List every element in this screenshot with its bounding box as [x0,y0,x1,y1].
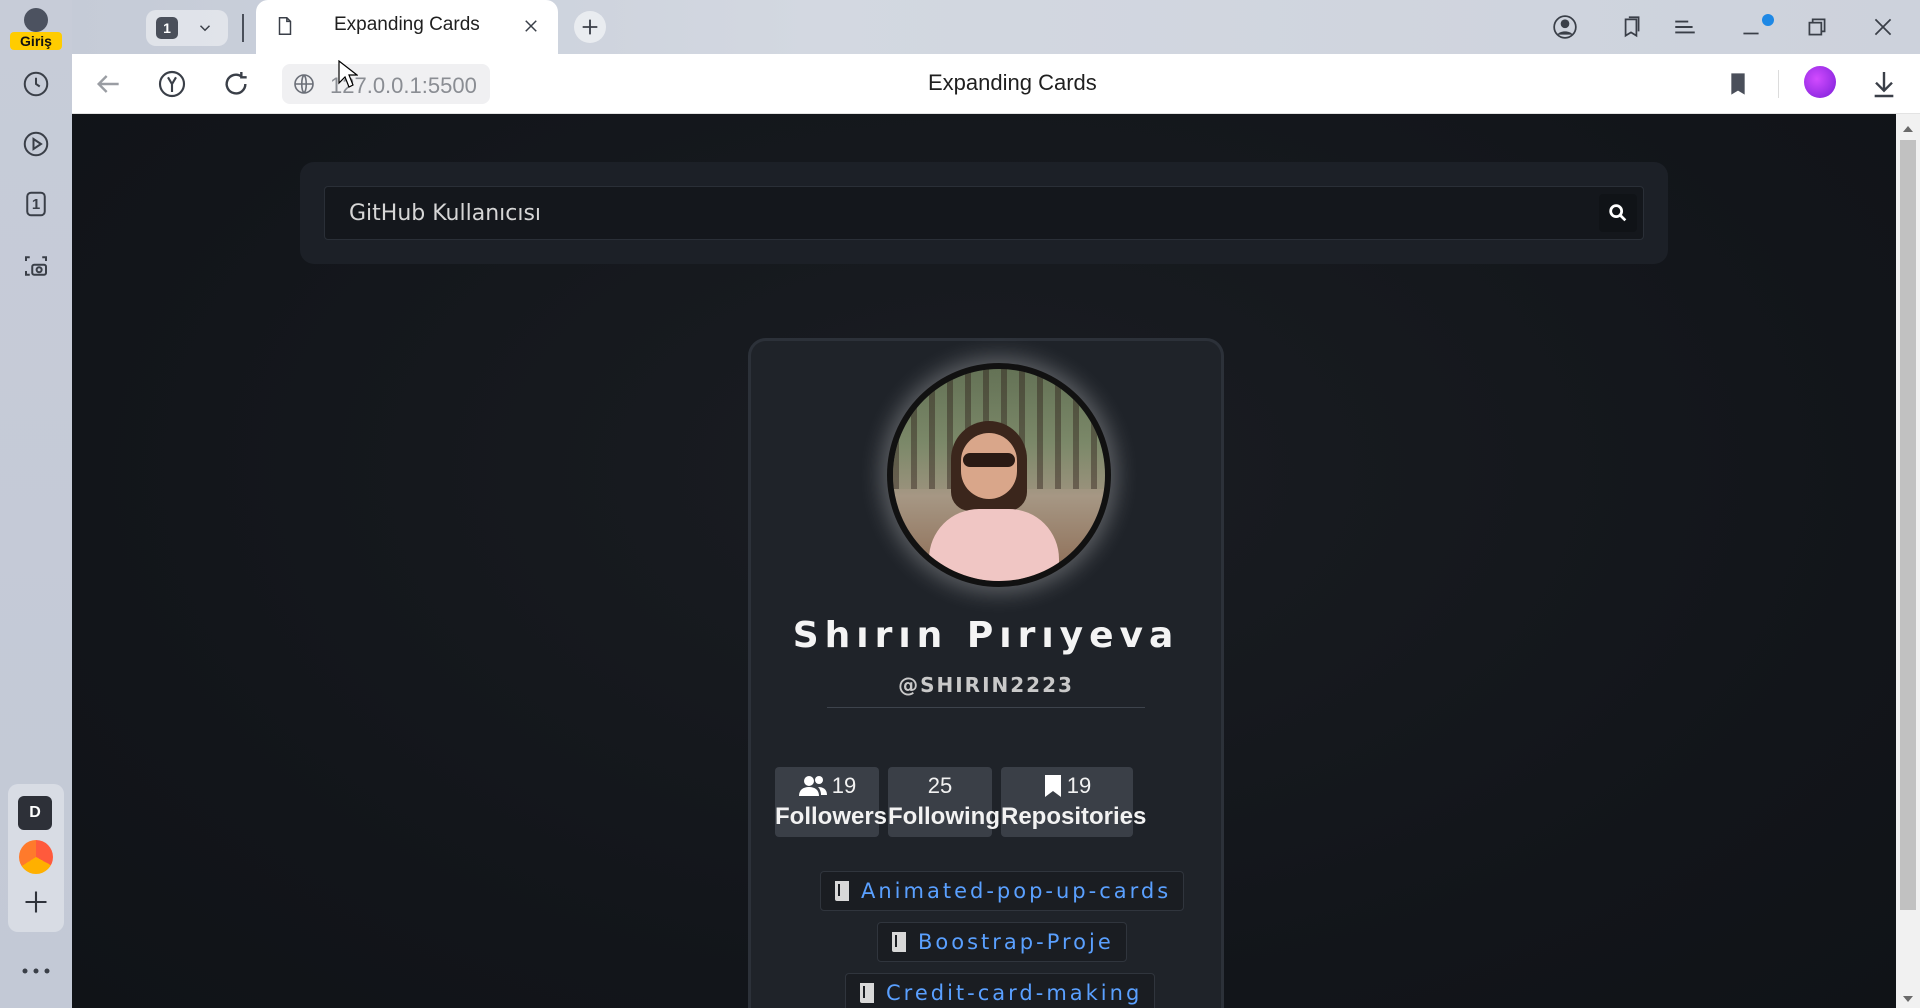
profile-card: Shırın Pırıyeva @SHIRIN2223 19 Followers… [748,338,1224,1008]
tab-count: 1 [156,17,178,39]
sidebar-app-d[interactable]: D [18,796,52,830]
bookmark-icon [1044,775,1061,797]
account-icon[interactable] [1552,14,1578,40]
repositories-stat[interactable]: 19 Repositories [1001,767,1147,837]
repositories-label: Repositories [1001,803,1147,830]
bookmarks-icon[interactable] [1618,14,1644,40]
repo-link[interactable]: Animated-pop-up-cards [820,871,1185,911]
followers-stat[interactable]: 19 Followers [775,767,888,837]
github-user-search-input[interactable] [325,187,1585,239]
tab-expanding-cards[interactable]: Expanding Cards [256,0,558,54]
minimize-icon[interactable] [1738,14,1764,40]
bookmark-page-icon[interactable] [1722,68,1754,100]
search-box [324,186,1644,240]
following-count: 25 [927,773,953,798]
history-icon[interactable] [14,62,58,106]
followers-count: 19 [831,773,857,798]
yandex-icon[interactable] [156,68,188,100]
scroll-up-icon[interactable] [1902,120,1914,132]
reload-icon[interactable] [220,68,252,100]
browser-sidebar: Giriş 1 D [0,0,72,1008]
menu-icon[interactable] [1672,14,1698,40]
following-stat[interactable]: 25 Following [888,767,1000,837]
page-title: Expanding Cards [928,70,1097,95]
sidebar-app-orb-icon[interactable] [19,840,53,874]
repositories-count: 19 [1066,773,1092,798]
url-field[interactable]: 127.0.0.1:5500 [282,64,490,104]
scroll-down-icon[interactable] [1902,990,1914,1002]
sidebar-counter-label: 1 [31,195,41,213]
download-icon[interactable] [1868,68,1900,100]
tab-separator [242,14,244,42]
play-icon[interactable] [14,122,58,166]
sidebar-counter-icon[interactable]: 1 [14,182,58,226]
search-icon [1609,204,1627,222]
avatar [887,363,1111,587]
following-label: Following [888,803,1000,830]
restore-icon[interactable] [1804,14,1830,40]
mouse-cursor-icon [338,60,358,88]
users-icon [798,776,827,796]
repo-name: Boostrap-Proje [918,930,1114,954]
repo-link[interactable]: Credit-card-making [845,973,1156,1008]
site-info-icon[interactable] [292,72,316,96]
repo-name: Animated-pop-up-cards [861,879,1172,903]
new-tab-button[interactable] [574,11,606,43]
profile-button[interactable]: Giriş [8,4,64,50]
more-icon[interactable] [20,960,52,974]
avatar-photo [893,369,1105,581]
profile-login-label: Giriş [10,32,62,50]
book-icon [835,881,849,901]
plus-icon [582,19,598,35]
user-handle: @SHIRIN2223 [898,673,1074,697]
screenshot-icon[interactable] [14,244,58,288]
address-divider [1778,70,1779,98]
tab-counter-button[interactable]: 1 [146,10,228,46]
followers-label: Followers [775,803,888,830]
search-button[interactable] [1599,194,1637,232]
book-icon [860,983,874,1003]
user-icon [24,8,48,32]
add-app-icon[interactable] [22,888,50,916]
divider [827,707,1145,708]
repo-name: Credit-card-making [886,981,1143,1005]
scrollbar-thumb[interactable] [1900,140,1916,910]
back-icon[interactable] [92,68,124,100]
tab-title: Expanding Cards [334,14,480,35]
user-name: Shırın Pırıyeva [792,615,1180,656]
book-icon [892,932,906,952]
document-icon [274,15,296,39]
search-panel [300,162,1668,264]
repo-link[interactable]: Boostrap-Proje [877,922,1127,962]
close-window-icon[interactable] [1870,14,1896,40]
close-tab-icon[interactable] [522,17,540,35]
extension-avatar-icon[interactable] [1804,66,1836,98]
page-viewport: Shırın Pırıyeva @SHIRIN2223 19 Followers… [72,114,1896,1008]
page-scrollbar[interactable] [1896,114,1920,1008]
tab-bar: 1 Expanding Cards [72,0,1920,54]
chevron-down-icon [196,19,214,37]
